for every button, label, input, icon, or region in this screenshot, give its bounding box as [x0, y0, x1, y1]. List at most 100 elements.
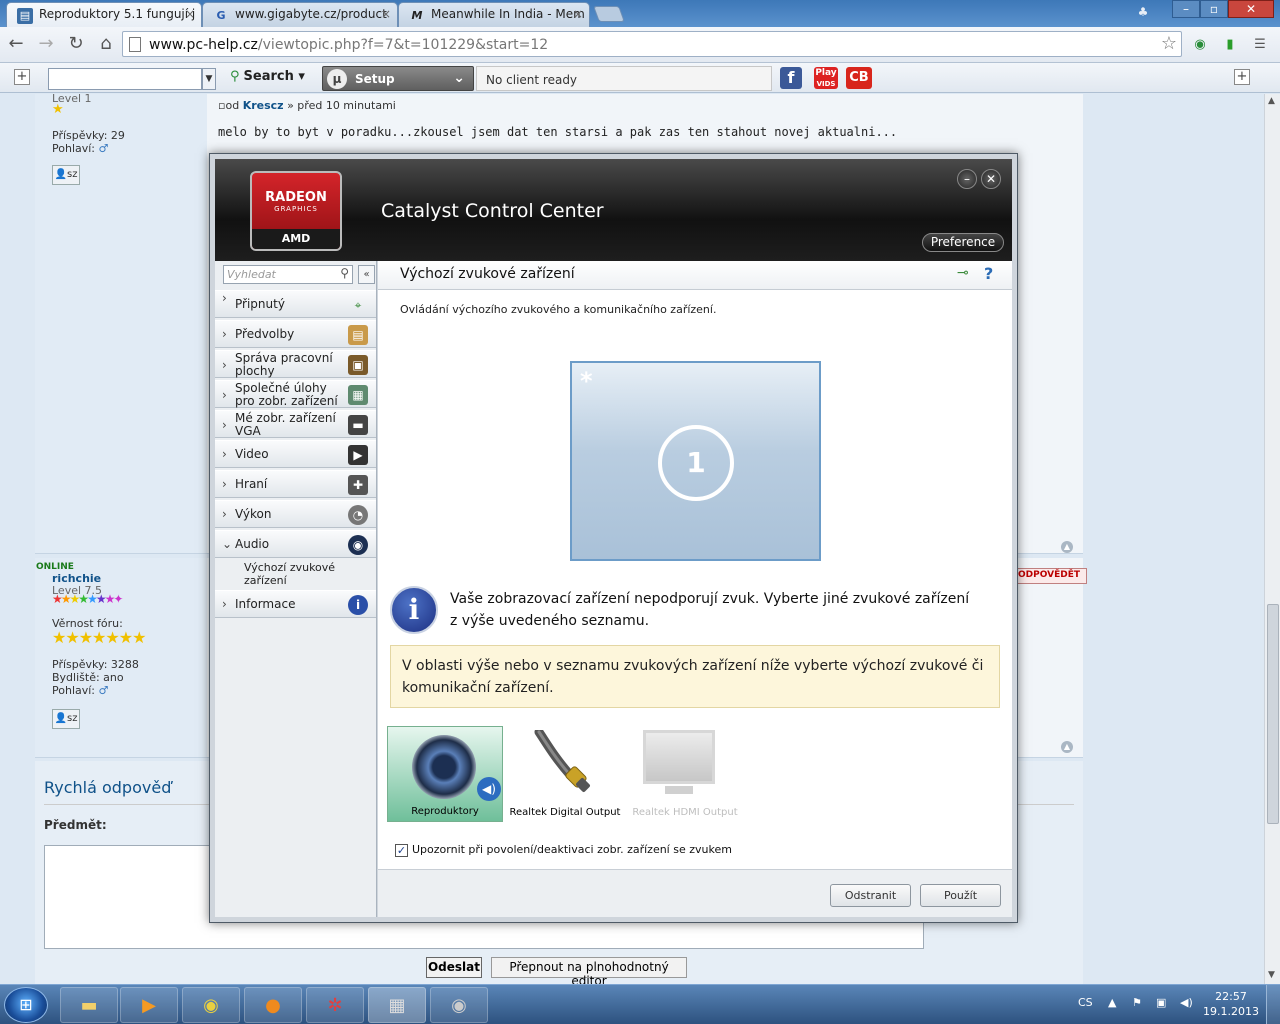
- media-player-icon: ▶: [142, 995, 156, 1016]
- post-meta: ▫od Krescz » před 10 minutami: [218, 99, 396, 112]
- nav-item-gaming[interactable]: › Hraní ✚: [215, 470, 376, 498]
- nav-item-performance[interactable]: › Výkon ◔: [215, 500, 376, 528]
- taskbar-catalyst[interactable]: ▦: [368, 987, 426, 1023]
- scroll-down-arrow-icon[interactable]: ▼: [1268, 970, 1275, 980]
- extension-icon[interactable]: ◉: [1190, 35, 1210, 55]
- cb-icon[interactable]: CB: [846, 67, 872, 89]
- nav-item-pinned[interactable]: › Připnutý ⌖: [215, 290, 376, 318]
- notify-checkbox-label: Upozornit při povolení/deaktivaci zobr. …: [412, 843, 732, 856]
- radeon-logo: RADEON GRAPHICS AMD: [250, 171, 342, 251]
- tray-expand-icon[interactable]: ▲: [1108, 996, 1116, 1009]
- forward-button[interactable]: →: [34, 33, 58, 57]
- ccc-search-input[interactable]: Vyhledat ⚲: [223, 265, 353, 284]
- flag-icon[interactable]: ⚑: [1132, 996, 1142, 1009]
- browser-tab-meme[interactable]: M Meanwhile In India - Mem ×: [398, 2, 590, 27]
- system-clock[interactable]: 22:57 19.1.2013: [1200, 989, 1262, 1019]
- toolbar-search-dropdown[interactable]: ▼: [202, 68, 216, 90]
- private-message-button[interactable]: 👤sz: [52, 709, 80, 729]
- speaker-app-icon: ◉: [451, 995, 467, 1016]
- browser-tab-forum[interactable]: ▤ Reproduktory 5.1 fungují j ×: [6, 2, 202, 27]
- audio-device-digital-output[interactable]: Realtek Digital Output: [507, 726, 623, 822]
- nav-item-presets[interactable]: › Předvolby ▤: [215, 320, 376, 348]
- post-author-panel: Level 1 ★ Příspěvky: 29 Pohlaví: ♂ 👤sz: [35, 94, 207, 553]
- notify-checkbox[interactable]: ✓: [395, 844, 408, 857]
- taskbar-explorer[interactable]: ▬: [60, 987, 118, 1023]
- taskbar-firefox[interactable]: ●: [244, 987, 302, 1023]
- taskbar-audio-app[interactable]: ◉: [430, 987, 488, 1023]
- private-message-button[interactable]: 👤sz: [52, 165, 80, 185]
- back-button[interactable]: ←: [4, 33, 28, 57]
- show-desktop-button[interactable]: [1266, 985, 1280, 1024]
- preference-button[interactable]: Preference: [922, 233, 1004, 252]
- search-icon[interactable]: ⚲: [340, 266, 349, 280]
- pin-icon[interactable]: ⊸: [957, 265, 969, 281]
- reload-button[interactable]: ↻: [64, 33, 88, 57]
- scroll-up-arrow-icon[interactable]: ▲: [1268, 96, 1275, 106]
- close-tab-icon[interactable]: ×: [381, 7, 391, 21]
- chrome-icon: ◉: [203, 995, 219, 1016]
- nav-item-audio[interactable]: ⌄ Audio ◉: [215, 530, 376, 558]
- toolbar-search-input[interactable]: [48, 68, 202, 90]
- nav-subitem-default-audio-device[interactable]: Výchozí zvukové zařízení: [244, 561, 354, 587]
- scroll-top-icon[interactable]: ▲: [1061, 541, 1073, 553]
- play-vids-icon[interactable]: Play VIDS: [814, 67, 838, 89]
- language-indicator[interactable]: CS: [1078, 996, 1093, 1009]
- info-message: Vaše zobrazovací zařízení nepodporují zv…: [450, 591, 970, 629]
- browser-tab-gigabyte[interactable]: G www.gigabyte.cz/product ×: [202, 2, 398, 27]
- reply-button[interactable]: ODPOVĚDĚT: [1011, 568, 1087, 584]
- nav-item-common-display-tasks[interactable]: › Společné úlohy pro zobr. zařízení ▦: [215, 380, 376, 408]
- maximize-button[interactable]: ▫: [1200, 0, 1228, 18]
- page-scrollbar[interactable]: ▲ ▼: [1264, 94, 1280, 984]
- windows-taskbar: ⊞ ▬ ▶ ◉ ● ✲ ▦ ◉ CS ▲ ⚑ ▣ ◀) 22:57 19.1.2…: [0, 984, 1280, 1024]
- new-tab-button[interactable]: [593, 6, 625, 22]
- post-author-link[interactable]: Krescz: [243, 99, 284, 112]
- toolbar-search-button[interactable]: ⚲ Search ▾: [230, 69, 305, 84]
- full-editor-button[interactable]: Přepnout na plnohodnotný editor: [491, 957, 687, 984]
- close-tab-icon[interactable]: ×: [185, 7, 195, 21]
- volume-icon[interactable]: ◀): [1180, 996, 1193, 1009]
- signal-bars-icon[interactable]: ▮: [1220, 35, 1240, 55]
- ccc-minimize-button[interactable]: –: [957, 169, 977, 189]
- meme-icon: M: [411, 9, 423, 22]
- taskbar-app-molecule[interactable]: ✲: [306, 987, 364, 1023]
- nav-item-video[interactable]: › Video ▶: [215, 440, 376, 468]
- ccc-close-button[interactable]: ✕: [981, 169, 1001, 189]
- audio-device-hdmi-output[interactable]: Realtek HDMI Output: [627, 726, 743, 822]
- client-status: No client ready: [476, 66, 772, 91]
- menu-wrench-icon[interactable]: ☰: [1250, 35, 1270, 55]
- desktop-icon: ▣: [348, 355, 368, 375]
- send-button[interactable]: Odeslat: [426, 957, 482, 978]
- audio-device-speakers[interactable]: ◀) Reproduktory: [387, 726, 503, 822]
- gauge-icon: ◔: [348, 505, 368, 525]
- nav-item-desktop-management[interactable]: › Správa pracovní plochy ▣: [215, 350, 376, 378]
- add-icon[interactable]: +: [14, 69, 30, 85]
- add-icon[interactable]: +: [1234, 69, 1250, 85]
- collapse-panel-button[interactable]: «: [358, 265, 375, 284]
- nav-item-my-vga-displays[interactable]: › Mé zobr. zařízení VGA ▬: [215, 410, 376, 438]
- minimize-button[interactable]: –: [1172, 0, 1200, 18]
- display-number: 1: [658, 425, 734, 501]
- help-icon[interactable]: ?: [984, 264, 993, 283]
- scrollbar-thumb[interactable]: [1267, 604, 1279, 824]
- user-icon[interactable]: ♣: [1128, 4, 1158, 22]
- speaker-icon: [412, 735, 476, 799]
- apply-button[interactable]: Použít: [920, 884, 1001, 907]
- network-icon[interactable]: ▣: [1156, 996, 1166, 1009]
- address-bar[interactable]: www.pc-help.cz/viewtopic.php?f=7&t=10122…: [122, 31, 1182, 57]
- scroll-top-icon[interactable]: ▲: [1061, 741, 1073, 753]
- taskbar-media-player[interactable]: ▶: [120, 987, 178, 1023]
- bookmark-star-icon[interactable]: ☆: [1161, 33, 1177, 54]
- start-button[interactable]: ⊞: [4, 987, 48, 1023]
- nav-item-information[interactable]: › Informace i: [215, 590, 376, 618]
- close-tab-icon[interactable]: ×: [573, 7, 583, 21]
- home-button[interactable]: ⌂: [94, 33, 118, 57]
- remove-button[interactable]: Odstranit: [830, 884, 911, 907]
- catalyst-control-center-window: RADEON GRAPHICS AMD Catalyst Control Cen…: [209, 153, 1018, 923]
- user-icon: 👤: [54, 713, 67, 724]
- taskbar-chrome[interactable]: ◉: [182, 987, 240, 1023]
- close-window-button[interactable]: ✕: [1228, 0, 1274, 18]
- gender: Pohlaví: ♂: [52, 142, 109, 155]
- facebook-icon[interactable]: f: [780, 67, 802, 89]
- setup-button[interactable]: µ Setup ⌄: [322, 66, 474, 91]
- display-device-tile[interactable]: * 1: [570, 361, 821, 561]
